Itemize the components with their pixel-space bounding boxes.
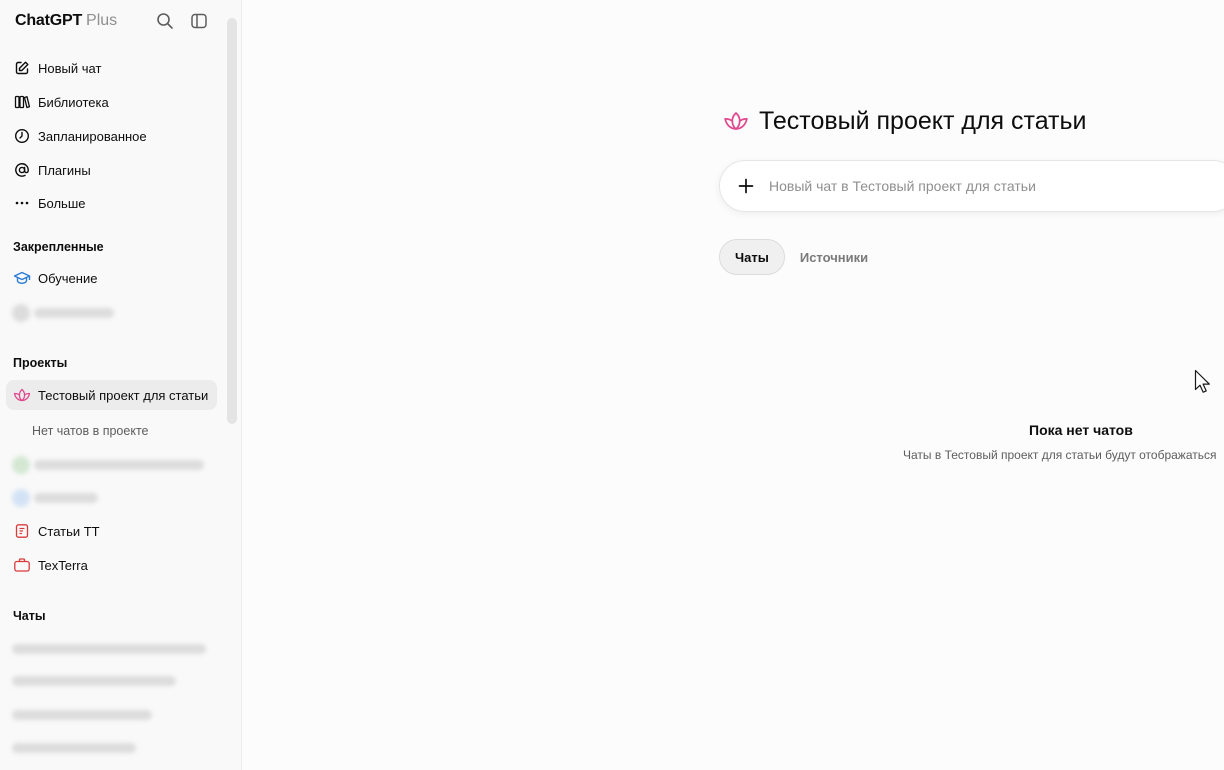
- project-item-texterra[interactable]: TexTerra: [6, 550, 216, 580]
- blurred-project-item[interactable]: [34, 493, 98, 503]
- blurred-chat-item[interactable]: [12, 676, 176, 686]
- project-header: Тестовый проект для статьи: [723, 107, 1087, 136]
- nav-scheduled[interactable]: Запланированное: [6, 121, 216, 151]
- nav-new-chat[interactable]: Новый чат: [6, 53, 216, 83]
- more-icon: [13, 194, 31, 212]
- blurred-chat-item[interactable]: [12, 644, 206, 654]
- blurred-icon: [12, 489, 30, 507]
- clock-icon: [13, 127, 31, 145]
- blurred-pinned-item[interactable]: [34, 308, 114, 318]
- sidebar-scrollbar[interactable]: [227, 18, 237, 424]
- blurred-project-item[interactable]: [34, 460, 204, 470]
- pinned-section-title: Закрепленные: [13, 240, 104, 254]
- blurred-icon: [12, 456, 30, 474]
- briefcase-icon: [13, 556, 31, 574]
- nav-label: Запланированное: [38, 128, 147, 144]
- tab-sources[interactable]: Источники: [785, 239, 883, 275]
- sidebar-toggle-icon[interactable]: [190, 12, 208, 30]
- projects-section-title: Проекты: [13, 356, 68, 370]
- plus-icon[interactable]: [736, 176, 756, 196]
- nav-label: TexTerra: [38, 557, 88, 573]
- mouse-cursor-icon: [1194, 369, 1212, 395]
- at-icon: [13, 161, 31, 179]
- graduation-cap-icon: [13, 269, 31, 287]
- library-icon: [13, 93, 31, 111]
- brand-name[interactable]: ChatGPT: [15, 12, 82, 30]
- nav-label: Библиотека: [38, 94, 109, 110]
- nav-label: Статьи ТТ: [38, 523, 100, 539]
- lotus-icon: [13, 386, 31, 404]
- nav-plugins[interactable]: Плагины: [6, 155, 216, 185]
- search-icon[interactable]: [156, 12, 174, 30]
- plan-badge: Plus: [86, 12, 118, 29]
- nav-label: Новый чат: [38, 60, 102, 76]
- blurred-chat-item[interactable]: [12, 710, 152, 720]
- blurred-icon: [12, 304, 30, 322]
- sidebar: ChatGPT Plus Новый чат Библиотека Заплан…: [0, 0, 242, 770]
- document-icon: [13, 522, 31, 540]
- project-tabs: Чаты Источники: [719, 239, 883, 275]
- project-empty-note: Нет чатов в проекте: [32, 424, 149, 438]
- nav-more[interactable]: Больше: [6, 188, 216, 218]
- tab-chats[interactable]: Чаты: [719, 239, 785, 275]
- new-chat-input[interactable]: [769, 178, 1209, 194]
- nav-label: Обучение: [38, 270, 98, 286]
- nav-label: Больше: [38, 195, 86, 211]
- pinned-item-learning[interactable]: Обучение: [6, 263, 216, 293]
- page-title[interactable]: Тестовый проект для статьи: [759, 107, 1087, 136]
- main-area: Тестовый проект для статьи Чаты Источник…: [243, 0, 1224, 770]
- project-item-articles[interactable]: Статьи ТТ: [6, 516, 216, 546]
- nav-library[interactable]: Библиотека: [6, 87, 216, 117]
- sidebar-header: ChatGPT Plus: [15, 10, 215, 32]
- edit-icon: [13, 59, 31, 77]
- empty-state-title: Пока нет чатов: [1029, 422, 1133, 438]
- lotus-icon[interactable]: [723, 109, 749, 135]
- empty-state-subtitle: Чаты в Тестовый проект для статьи будут …: [903, 448, 1217, 462]
- project-item-test[interactable]: Тестовый проект для статьи: [6, 380, 217, 410]
- blurred-chat-item[interactable]: [12, 743, 136, 753]
- nav-label: Тестовый проект для статьи: [38, 387, 209, 403]
- nav-label: Плагины: [38, 162, 91, 178]
- chats-section-title: Чаты: [13, 609, 46, 623]
- new-chat-composer[interactable]: [719, 160, 1224, 212]
